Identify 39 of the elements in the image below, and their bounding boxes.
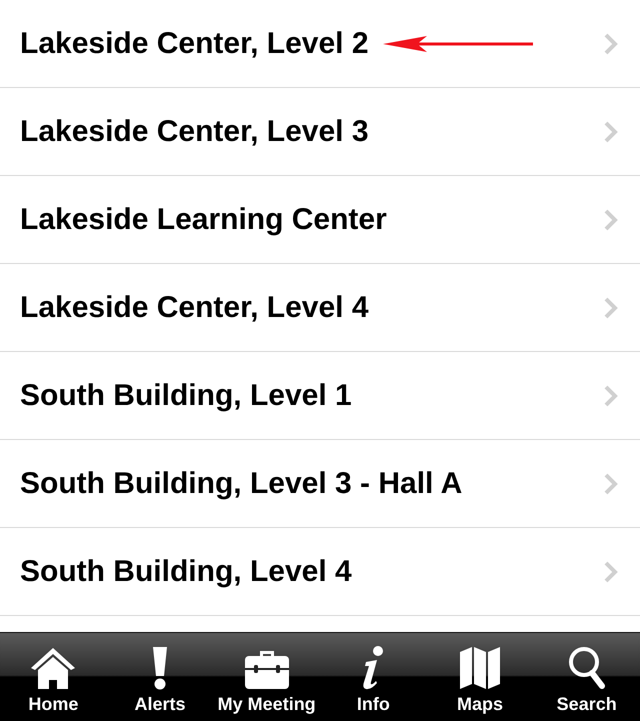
tab[interactable]: Info (320, 633, 427, 721)
chevron-icon (604, 120, 618, 142)
row-label: South Building, Level 3 - Hall A (20, 466, 462, 500)
tab[interactable]: My Meeting (213, 633, 320, 721)
row-label: Lakeside Center, Level 3 (20, 114, 369, 148)
list-row[interactable]: Lakeside Center, Level 4 (0, 264, 640, 352)
tab-label: Alerts (134, 694, 186, 715)
tab-label: My Meeting (218, 694, 316, 715)
chevron-icon (604, 208, 618, 230)
row-label: Lakeside Center, Level 2 (20, 26, 369, 60)
chevron-icon (604, 32, 618, 54)
chevron-icon (604, 560, 618, 582)
tab[interactable]: Home (0, 633, 107, 721)
map-icon (459, 646, 502, 690)
list-row[interactable]: Lakeside Center, Level 3 (0, 88, 640, 176)
row-label: Lakeside Center, Level 4 (20, 290, 369, 324)
tab[interactable]: Maps (426, 633, 534, 721)
home-icon (29, 646, 78, 690)
row-label: South Building, Level 4 (20, 554, 352, 588)
tab-label: Search (556, 694, 617, 715)
briefcase-icon (244, 648, 290, 690)
row-label: South Building, Level 1 (20, 378, 352, 412)
list-row[interactable]: South Building, Level 1 (0, 352, 640, 440)
list-row[interactable]: South Building, Level 3 - Hall A (0, 440, 640, 528)
tab-label: Maps (457, 694, 504, 715)
info-icon (361, 646, 386, 690)
chevron-icon (604, 384, 618, 406)
chevron-icon (604, 472, 618, 494)
tab-label: Info (356, 694, 390, 715)
list-row[interactable]: Lakeside Learning Center (0, 176, 640, 264)
tab[interactable]: Alerts (106, 633, 214, 721)
row-label: Lakeside Learning Center (20, 202, 387, 236)
exclamation-icon (152, 646, 168, 690)
tab-label: Home (28, 694, 78, 715)
list-row[interactable]: Lakeside Center, Level 2 (0, 0, 640, 88)
list-row[interactable]: South Building, Level 4 (0, 528, 640, 616)
tab[interactable]: Search (533, 633, 640, 721)
search-icon (568, 646, 606, 690)
chevron-icon (604, 296, 618, 318)
